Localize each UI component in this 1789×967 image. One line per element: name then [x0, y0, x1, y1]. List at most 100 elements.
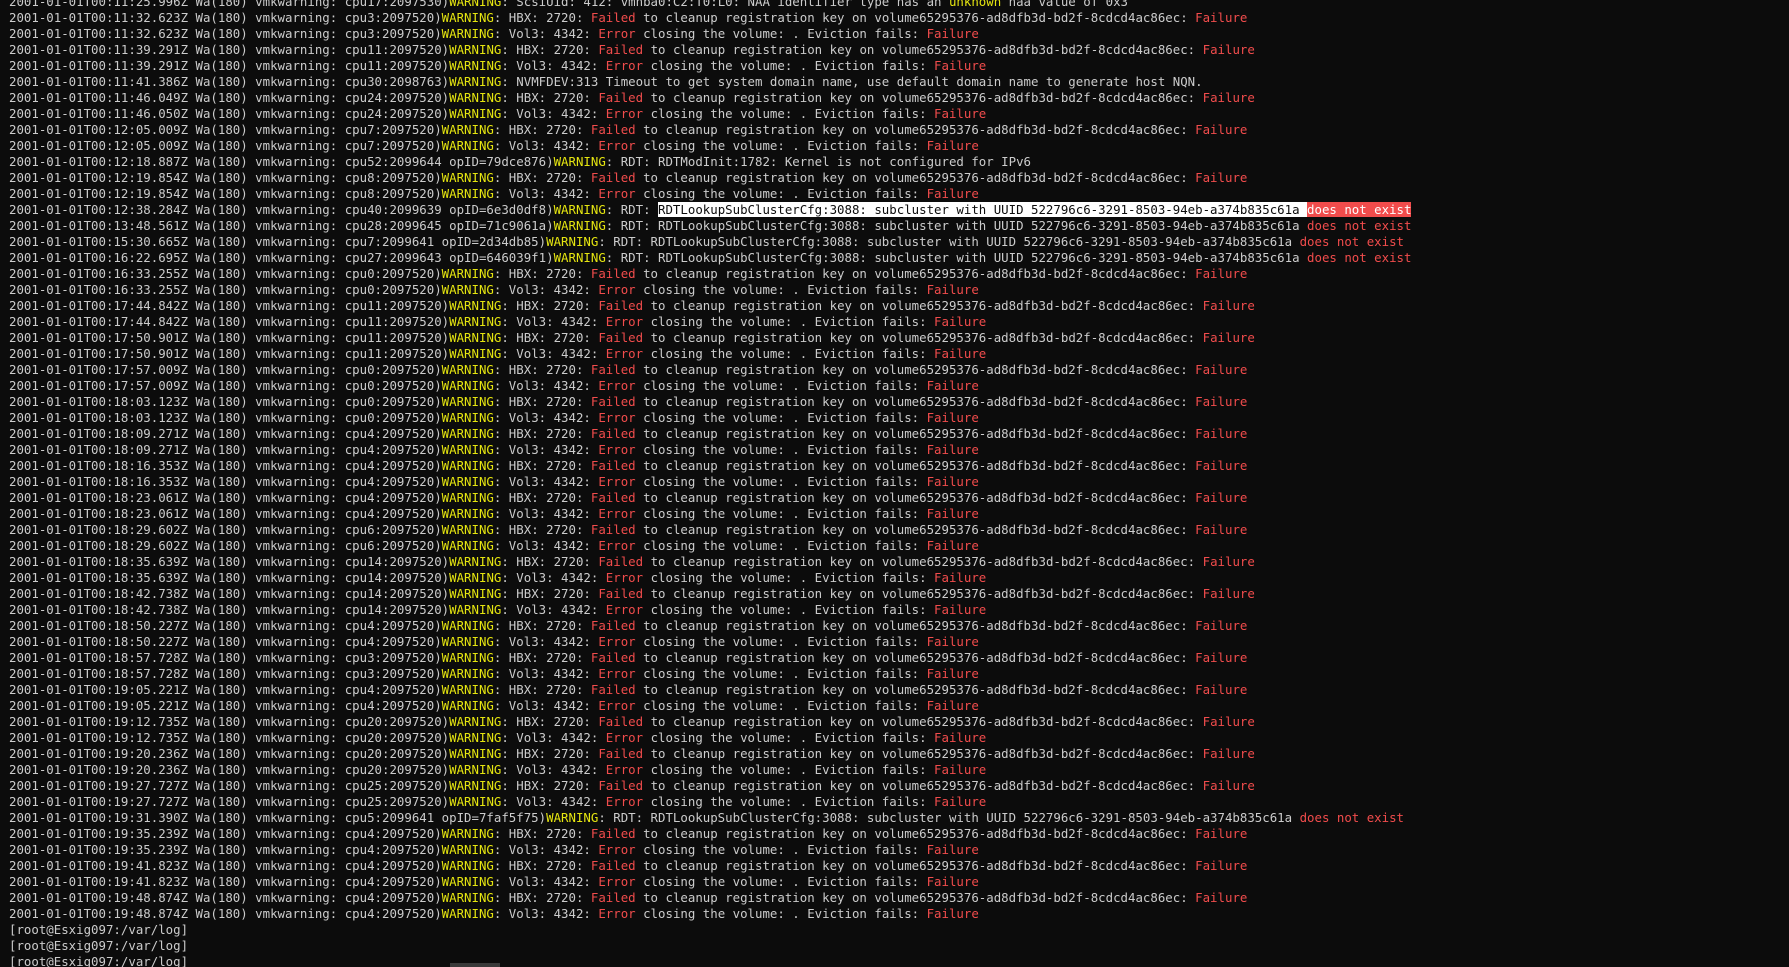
log-line: 2001-01-01T00:19:27.727Z Wa(180) vmkwarn… [9, 778, 1789, 794]
log-line: 2001-01-01T00:18:35.639Z Wa(180) vmkwarn… [9, 554, 1789, 570]
log-segment: 2001-01-01T00:12:19.854Z Wa(180) vmkwarn… [9, 170, 442, 185]
log-segment: to cleanup registration key on volume652… [635, 618, 1196, 633]
log-segment: : Vol3: 4342: [493, 842, 599, 857]
log-segment: WARNING [449, 746, 502, 761]
log-segment: Failure [1195, 682, 1248, 697]
log-segment: Failure [1202, 554, 1255, 569]
log-segment: WARNING [441, 26, 494, 41]
log-segment: 2001-01-01T00:18:42.738Z Wa(180) vmkwarn… [9, 586, 450, 601]
log-segment: : Vol3: 4342: [493, 874, 599, 889]
log-segment: WARNING [449, 330, 502, 345]
log-segment: Error [598, 410, 636, 425]
log-segment: 2001-01-01T00:11:25.996Z Wa(180) vmkwarn… [9, 0, 450, 9]
log-segment: Error [598, 378, 636, 393]
log-segment: Failure [934, 314, 987, 329]
log-segment: Failure [1195, 362, 1248, 377]
log-segment: WARNING [449, 570, 502, 585]
log-segment: Failure [1195, 122, 1248, 137]
log-segment: closing the volume: . Eviction fails: [635, 26, 927, 41]
log-segment: Failure [1202, 42, 1255, 57]
log-segment: closing the volume: . Eviction fails: [643, 58, 935, 73]
log-segment: 2001-01-01T00:17:57.009Z Wa(180) vmkwarn… [9, 378, 442, 393]
log-segment: Failure [926, 634, 979, 649]
log-segment: Failed [590, 394, 636, 409]
log-segment: does not exist [1307, 250, 1412, 265]
log-segment: Error [598, 634, 636, 649]
log-segment: : HBX: 2720: [501, 90, 599, 105]
log-segment: : HBX: 2720: [493, 394, 591, 409]
log-segment: WARNING [449, 778, 502, 793]
log-segment: WARNING [546, 234, 599, 249]
log-segment: 2001-01-01T00:18:29.602Z Wa(180) vmkwarn… [9, 522, 442, 537]
log-segment: Failure [1195, 490, 1248, 505]
log-segment: 2001-01-01T00:18:57.728Z Wa(180) vmkwarn… [9, 650, 442, 665]
log-segment: WARNING [449, 554, 502, 569]
log-segment: Error [598, 474, 636, 489]
log-segment: Failure [1202, 714, 1255, 729]
log-segment: 2001-01-01T00:11:39.291Z Wa(180) vmkwarn… [9, 42, 450, 57]
log-segment: Failure [934, 346, 987, 361]
log-segment: WARNING [441, 282, 494, 297]
log-line: 2001-01-01T00:16:22.695Z Wa(180) vmkwarn… [9, 250, 1789, 266]
log-segment: does not exist [1299, 234, 1404, 249]
log-segment: : Vol3: 4342: [501, 570, 606, 585]
log-segment: 2001-01-01T00:11:46.050Z Wa(180) vmkwarn… [9, 106, 450, 121]
log-segment: Failure [1202, 778, 1255, 793]
log-line: 2001-01-01T00:18:50.227Z Wa(180) vmkwarn… [9, 618, 1789, 634]
log-segment: : HBX: 2720: [501, 42, 599, 57]
log-segment: Failure [1202, 330, 1255, 345]
log-segment: Error [605, 106, 644, 121]
log-segment: Failed [590, 618, 636, 633]
log-segment: closing the volume: . Eviction fails: [635, 186, 927, 201]
terminal-output[interactable]: 2001-01-01T00:11:25.996Z Wa(180) vmkwarn… [9, 0, 1789, 967]
log-segment: : HBX: 2720: [493, 122, 591, 137]
log-segment: 2001-01-01T00:18:29.602Z Wa(180) vmkwarn… [9, 538, 442, 553]
log-line: 2001-01-01T00:12:05.009Z Wa(180) vmkwarn… [9, 122, 1789, 138]
log-segment: : HBX: 2720: [493, 170, 591, 185]
log-segment: WARNING [449, 58, 502, 73]
log-segment: 2001-01-01T00:12:38.284Z Wa(180) vmkwarn… [9, 202, 554, 217]
log-line: 2001-01-01T00:12:38.284Z Wa(180) vmkwarn… [9, 202, 1789, 218]
log-segment: Error [598, 442, 636, 457]
log-segment: Failure [926, 186, 979, 201]
log-segment: Error [598, 186, 636, 201]
shell-prompt[interactable]: [root@Esxig097:/var/log] [9, 938, 1789, 954]
log-segment: to cleanup registration key on volume652… [643, 746, 1203, 761]
log-segment: Failure [1202, 298, 1255, 313]
log-segment: 2001-01-01T00:17:44.842Z Wa(180) vmkwarn… [9, 298, 450, 313]
scrollbar-thumb[interactable] [450, 963, 500, 967]
log-segment: WARNING [553, 218, 606, 233]
log-line: 2001-01-01T00:15:30.665Z Wa(180) vmkwarn… [9, 234, 1789, 250]
log-segment: WARNING [441, 378, 494, 393]
log-segment: closing the volume: . Eviction fails: [635, 698, 927, 713]
log-line: 2001-01-01T00:18:29.602Z Wa(180) vmkwarn… [9, 522, 1789, 538]
log-segment: Failed [590, 490, 636, 505]
log-segment: to cleanup registration key on volume652… [643, 586, 1203, 601]
log-segment: 2001-01-01T00:18:50.227Z Wa(180) vmkwarn… [9, 618, 442, 633]
log-segment: WARNING [449, 90, 502, 105]
terminal-window[interactable]: 2001-01-01T00:11:25.996Z Wa(180) vmkwarn… [0, 0, 1789, 967]
log-segment: 2001-01-01T00:19:12.735Z Wa(180) vmkwarn… [9, 730, 450, 745]
log-segment: Error [605, 602, 644, 617]
log-segment: 2001-01-01T00:18:03.123Z Wa(180) vmkwarn… [9, 410, 442, 425]
log-segment: to cleanup registration key on volume652… [643, 42, 1203, 57]
log-segment: to cleanup registration key on volume652… [635, 10, 1196, 25]
log-line: 2001-01-01T00:11:32.623Z Wa(180) vmkwarn… [9, 10, 1789, 26]
log-segment: : Vol3: 4342: [493, 506, 599, 521]
log-segment: Failure [926, 906, 979, 921]
log-segment: WARNING [441, 618, 494, 633]
log-segment: Failure [1195, 170, 1248, 185]
log-line: 2001-01-01T00:17:44.842Z Wa(180) vmkwarn… [9, 314, 1789, 330]
log-segment: closing the volume: . Eviction fails: [635, 906, 927, 921]
log-line: 2001-01-01T00:18:50.227Z Wa(180) vmkwarn… [9, 634, 1789, 650]
shell-prompt[interactable]: [root@Esxig097:/var/log] [9, 922, 1789, 938]
shell-prompt[interactable]: [root@Esxig097:/var/log] [9, 954, 1789, 967]
log-line: 2001-01-01T00:17:50.901Z Wa(180) vmkwarn… [9, 346, 1789, 362]
log-segment: 2001-01-01T00:19:35.239Z Wa(180) vmkwarn… [9, 826, 442, 841]
log-segment: : Vol3: 4342: [501, 602, 606, 617]
log-line: 2001-01-01T00:18:09.271Z Wa(180) vmkwarn… [9, 426, 1789, 442]
log-segment: closing the volume: . Eviction fails: [635, 634, 927, 649]
log-segment: Failure [1195, 426, 1248, 441]
log-segment: 2001-01-01T00:11:32.623Z Wa(180) vmkwarn… [9, 10, 442, 25]
log-segment: Error [598, 282, 636, 297]
